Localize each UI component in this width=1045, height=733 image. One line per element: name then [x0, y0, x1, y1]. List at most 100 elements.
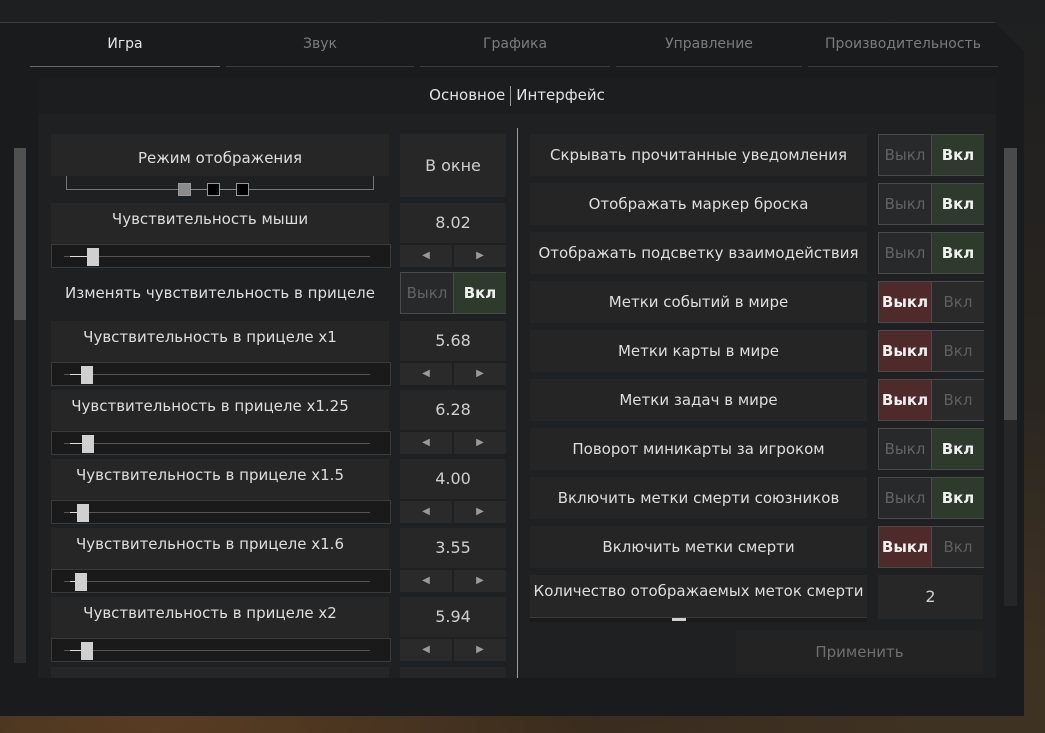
toggle-off[interactable]: Выкл: [879, 282, 931, 322]
apply-button[interactable]: Применить: [736, 630, 983, 674]
toggle-off[interactable]: Выкл: [879, 135, 931, 175]
toggle-off[interactable]: Выкл: [879, 527, 931, 567]
increase-arrow-icon[interactable]: ▶: [454, 432, 506, 454]
toggle-on[interactable]: Вкл: [931, 527, 984, 567]
increase-arrow-icon[interactable]: ▶: [454, 570, 506, 592]
scope-sens-value[interactable]: 3.55: [400, 528, 506, 568]
toggle-off[interactable]: Выкл: [879, 380, 931, 420]
death-marks-value[interactable]: 2: [878, 575, 983, 619]
slider-line: [64, 512, 370, 513]
scope-sens-value[interactable]: 6.28: [400, 390, 506, 430]
right-scrollbar-thumb[interactable]: [1004, 148, 1017, 420]
mouse-sens-slider[interactable]: [51, 244, 391, 268]
scope-sens-slider[interactable]: [51, 500, 391, 524]
decrease-arrow-icon[interactable]: ◀: [400, 639, 452, 661]
slider-fill: [70, 256, 88, 257]
scope-sens-label: Чувствительность в прицеле x1.25: [71, 397, 349, 415]
option-label: Отображать маркер броска: [530, 183, 867, 225]
option-toggle: Выкл Вкл: [878, 330, 984, 372]
toggle-on[interactable]: Вкл: [931, 380, 984, 420]
toggle-off[interactable]: Выкл: [879, 331, 931, 371]
scope-sens-label: Чувствительность в прицеле x1: [83, 328, 337, 346]
slider-fill: [70, 443, 82, 444]
option-label: Включить метки смерти: [530, 526, 867, 568]
increase-arrow-icon[interactable]: ▶: [454, 245, 506, 267]
tab-controls[interactable]: Управление: [616, 22, 802, 67]
toggle-off[interactable]: Выкл: [879, 184, 931, 224]
slider-thumb[interactable]: [81, 366, 93, 384]
increase-arrow-icon[interactable]: ▶: [454, 501, 506, 523]
display-mode-option[interactable]: [178, 183, 191, 196]
left-scrollbar-thumb[interactable]: [14, 148, 26, 320]
mouse-sens-value[interactable]: 8.02: [400, 203, 506, 243]
subtabs: Основное Интерфейс: [38, 78, 996, 114]
tab-graphics[interactable]: Графика: [420, 22, 610, 67]
increase-arrow-icon[interactable]: ▶: [454, 639, 506, 661]
toggle-off[interactable]: Выкл: [879, 478, 931, 518]
subtab-interface[interactable]: Интерфейс: [516, 86, 605, 104]
tab-game[interactable]: Игра: [30, 22, 220, 67]
slider-thumb[interactable]: [87, 248, 99, 266]
option-label: Отображать подсветку взаимодействия: [530, 232, 867, 274]
scope-sens-slider[interactable]: [51, 431, 391, 455]
decrease-arrow-icon[interactable]: ◀: [400, 570, 452, 592]
display-mode-value[interactable]: В окне: [400, 134, 506, 197]
toggle-on[interactable]: Вкл: [931, 478, 984, 518]
scope-sens-slider[interactable]: [51, 569, 391, 593]
display-mode-label: Режим отображения: [138, 149, 302, 167]
toggle-on[interactable]: Вкл: [931, 429, 984, 469]
decrease-arrow-icon[interactable]: ◀: [400, 363, 452, 385]
main-tabs: Игра Звук Графика Управление Производите…: [30, 22, 1000, 68]
scope-sens-value[interactable]: 4.00: [400, 459, 506, 499]
toggle-on[interactable]: Вкл: [931, 331, 984, 371]
decrease-arrow-icon[interactable]: ◀: [400, 245, 452, 267]
slider-thumb[interactable]: [672, 618, 686, 621]
toggle-on[interactable]: Вкл: [931, 282, 984, 322]
toggle-off[interactable]: Выкл: [401, 273, 453, 313]
decrease-arrow-icon[interactable]: ◀: [400, 432, 452, 454]
option-label: Метки задач в мире: [530, 379, 867, 421]
toggle-on[interactable]: Вкл: [931, 135, 984, 175]
option-toggle: Выкл Вкл: [878, 281, 984, 323]
scope-sens-value-cut: [400, 667, 506, 678]
scope-sens-value[interactable]: 5.68: [400, 321, 506, 361]
death-marks-slider[interactable]: [530, 617, 867, 622]
option-toggle: Выкл Вкл: [878, 183, 984, 225]
subtab-general[interactable]: Основное: [429, 86, 505, 104]
increase-arrow-icon[interactable]: ▶: [454, 363, 506, 385]
slider-thumb[interactable]: [75, 573, 87, 591]
scope-sens-value[interactable]: 5.94: [400, 597, 506, 637]
slider-line: [64, 443, 370, 444]
mouse-sens-label: Чувствительность мыши: [111, 210, 309, 228]
decrease-arrow-icon[interactable]: ◀: [400, 501, 452, 523]
tab-performance[interactable]: Производительность: [808, 22, 998, 67]
slider-thumb[interactable]: [82, 435, 94, 453]
toggle-on[interactable]: Вкл: [453, 273, 506, 313]
death-marks-label: Количество отображаемых меток смерти: [533, 582, 864, 600]
tab-sound[interactable]: Звук: [226, 22, 414, 67]
toggle-off[interactable]: Выкл: [879, 233, 931, 273]
display-mode-bracket: [66, 176, 374, 190]
option-toggle: Выкл Вкл: [878, 477, 984, 519]
toggle-on[interactable]: Вкл: [931, 233, 984, 273]
option-label: Поворот миникарты за игроком: [530, 428, 867, 470]
scope-toggle-label: Изменять чувствительность в прицеле: [65, 284, 375, 302]
slider-thumb[interactable]: [77, 504, 89, 522]
slider-thumb[interactable]: [81, 642, 93, 660]
display-mode-selector[interactable]: [66, 176, 374, 196]
scope-sens-row-cut: [51, 667, 389, 678]
scope-sens-slider[interactable]: [51, 638, 391, 662]
option-toggle: Выкл Вкл: [878, 428, 984, 470]
scope-sens-arrows: ◀ ▶: [400, 432, 506, 454]
display-mode-option[interactable]: [236, 183, 249, 196]
option-label: Скрывать прочитанные уведомления: [530, 134, 867, 176]
toggle-on[interactable]: Вкл: [931, 184, 984, 224]
slider-line: [64, 650, 370, 651]
toggle-off[interactable]: Выкл: [879, 429, 931, 469]
slider-line: [64, 374, 370, 375]
scope-sens-arrows: ◀ ▶: [400, 501, 506, 523]
scope-sens-slider[interactable]: [51, 362, 391, 386]
slider-line: [64, 581, 370, 582]
option-label: Метки событий в мире: [530, 281, 867, 323]
display-mode-option[interactable]: [207, 183, 220, 196]
